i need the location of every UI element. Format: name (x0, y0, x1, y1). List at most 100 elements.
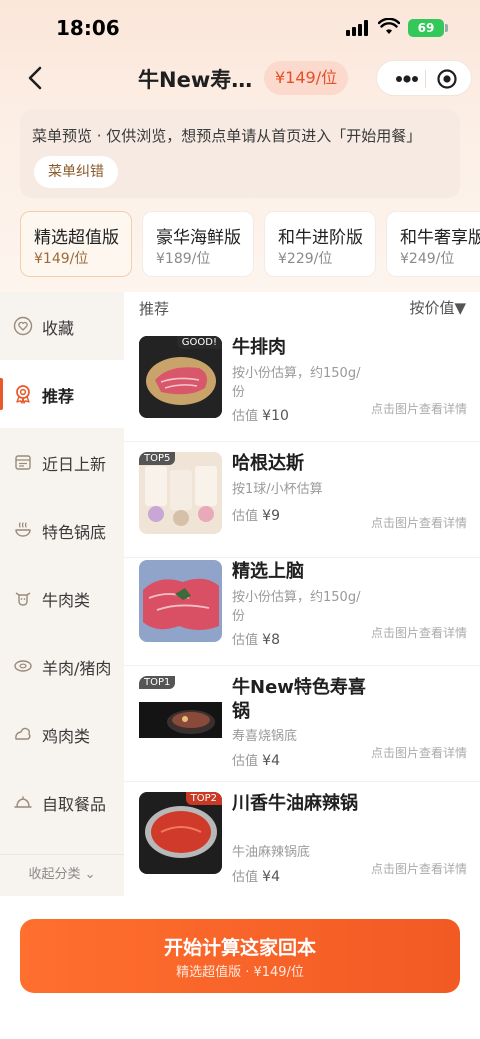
dish-tag: GOOD! (176, 336, 222, 349)
battery-tip (445, 24, 448, 32)
calendar-icon (15, 455, 31, 470)
cow-icon (15, 592, 31, 606)
battery-icon: 69 (408, 19, 444, 37)
package-tab-2[interactable]: 和牛进阶版 ¥229/位 (264, 211, 376, 277)
meat-icon (14, 660, 32, 672)
dish-description: 寿喜烧锅底 (232, 729, 298, 744)
nav-bar: 牛New寿… ¥149/位 (0, 56, 480, 100)
sort-button[interactable]: 按价值▼ (409, 297, 466, 318)
more-icon[interactable] (389, 69, 425, 89)
dish-name: 牛New特色寿喜锅 (232, 677, 366, 722)
dish-estimate: 估值 ¥9 (232, 508, 280, 524)
category-recommended[interactable]: 推荐 (0, 360, 124, 428)
beef-slices-image (139, 560, 222, 642)
dish-description: 按小份估算，约150g/份 (232, 366, 361, 400)
dish-estimate: 估值 ¥8 (232, 632, 280, 648)
dish-image[interactable]: TOP2 (139, 792, 222, 874)
status-time: 18:06 (56, 16, 120, 40)
menu-item: TOP5 哈根达斯 按1球/小杯估算 估值 ¥9 点击图片查看详情 (124, 442, 480, 558)
view-detail-hint: 点击图片查看详情 (370, 626, 467, 640)
menu-item: TOP2 川香牛油麻辣锅 牛油麻辣锅底 估值 ¥4 点击图片查看详情 (124, 782, 480, 896)
dish-tag: TOP2 (185, 792, 222, 805)
back-icon[interactable] (22, 64, 50, 92)
package-price: ¥149/位 (34, 251, 89, 267)
category-label: 近日上新 (42, 455, 107, 474)
category-favorites[interactable]: 收藏 (0, 292, 124, 360)
menu-item: TOP1 牛New特色寿喜锅 寿喜烧锅底 估值 ¥4 点击图片查看详情 (124, 666, 480, 782)
category-beef[interactable]: 牛肉类 (0, 564, 124, 632)
chicken-icon (15, 727, 31, 740)
cta-subtitle: 精选超值版 · ¥149/位 (176, 965, 304, 980)
package-name: 豪华海鲜版 (156, 228, 241, 248)
package-price: ¥189/位 (156, 251, 211, 267)
notice-text: 菜单预览 · 仅供浏览，想预点单请从首页进入「开始用餐」 (32, 127, 422, 145)
dish-name: 牛排肉 (232, 337, 286, 358)
package-name: 精选超值版 (34, 228, 119, 248)
pot-icon (15, 522, 31, 537)
miniapp-capsule (376, 60, 472, 96)
category-chicken[interactable]: 鸡肉类 (0, 700, 124, 768)
page-title: 牛New寿… (138, 68, 253, 92)
dish-description: 按1球/小杯估算 (232, 482, 323, 497)
category-label: 特色锅底 (42, 523, 107, 542)
dish-description: 牛油麻辣锅底 (232, 845, 311, 860)
category-lamb-pork[interactable]: 羊肉/猪肉 (0, 632, 124, 700)
category-sidebar: 收藏 推荐 近日上新 特色锅底 牛肉类 羊肉/猪肉 鸡肉类 自取餐品 收起分类 … (0, 292, 124, 896)
package-name: 和牛进阶版 (278, 228, 363, 248)
dish-price: ¥4 (262, 869, 280, 885)
dish-estimate: 估值 ¥4 (232, 869, 280, 885)
capsule-divider (425, 70, 426, 88)
view-detail-hint: 点击图片查看详情 (370, 402, 467, 416)
package-tab-1[interactable]: 豪华海鲜版 ¥189/位 (142, 211, 254, 277)
collapse-categories-button[interactable]: 收起分类 ⌄ (0, 854, 124, 894)
category-label: 牛肉类 (42, 591, 91, 610)
package-name: 和牛奢享版 (400, 228, 480, 248)
dish-description: 按小份估算，约150g/份 (232, 590, 361, 624)
dish-tag: TOP5 (139, 452, 176, 465)
menu-item: 精选上脑 按小份估算，约150g/份 估值 ¥8 点击图片查看详情 (124, 550, 480, 666)
package-tab-0[interactable]: 精选超值版 ¥149/位 (20, 211, 132, 277)
dish-price: ¥8 (262, 632, 280, 648)
category-self-serve[interactable]: 自取餐品 (0, 768, 124, 836)
dish-image[interactable]: GOOD! (139, 336, 222, 418)
category-label: 鸡肉类 (42, 727, 91, 746)
dish-price: ¥9 (262, 508, 280, 524)
category-label: 羊肉/猪肉 (42, 659, 112, 678)
dish-estimate: 估值 ¥10 (232, 408, 289, 424)
section-title: 推荐 (139, 300, 170, 318)
dish-tag: TOP1 (139, 676, 176, 689)
package-tab-3[interactable]: 和牛奢享版 ¥249/位 (386, 211, 480, 277)
start-calculation-button[interactable]: 开始计算这家回本 精选超值版 · ¥149/位 (20, 919, 460, 993)
view-detail-hint: 点击图片查看详情 (370, 746, 467, 760)
package-tabs: 精选超值版 ¥149/位 豪华海鲜版 ¥189/位 和牛进阶版 ¥229/位 和… (20, 211, 480, 277)
preview-notice: 菜单预览 · 仅供浏览，想预点单请从首页进入「开始用餐」 菜单纠错 (20, 110, 460, 198)
award-icon (16, 385, 30, 404)
heart-icon (13, 316, 33, 336)
menu-correction-button[interactable]: 菜单纠错 (34, 156, 118, 188)
menu-item: GOOD! 牛排肉 按小份估算，约150g/份 估值 ¥10 点击图片查看详情 (124, 326, 480, 442)
dish-image[interactable]: TOP5 (139, 452, 222, 534)
category-label: 推荐 (42, 387, 75, 406)
dish-name: 川香牛油麻辣锅 (232, 793, 358, 814)
view-detail-hint: 点击图片查看详情 (370, 516, 467, 530)
category-new[interactable]: 近日上新 (0, 428, 124, 496)
package-price: ¥249/位 (400, 251, 455, 267)
dish-name: 精选上脑 (232, 561, 304, 582)
status-bar: 18:06 69 (0, 0, 480, 56)
dish-image[interactable] (139, 560, 222, 642)
dish-price: ¥10 (262, 408, 289, 424)
dish-price: ¥4 (262, 753, 280, 769)
close-miniapp-icon[interactable] (436, 68, 458, 90)
category-label: 收藏 (42, 319, 75, 338)
cta-title: 开始计算这家回本 (163, 937, 316, 959)
dish-image[interactable]: TOP1 (139, 676, 222, 758)
category-label: 自取餐品 (42, 795, 107, 814)
category-soup-base[interactable]: 特色锅底 (0, 496, 124, 564)
price-badge: ¥149/位 (264, 61, 349, 95)
tray-icon (14, 796, 32, 808)
menu-list: 推荐 按价值▼ GOOD! 牛排肉 按小份估算，约150g/份 估值 ¥10 点… (124, 292, 480, 896)
dish-estimate: 估值 ¥4 (232, 753, 280, 769)
list-header: 推荐 按价值▼ (124, 292, 480, 322)
package-price: ¥229/位 (278, 251, 333, 267)
wifi-icon (378, 18, 400, 34)
